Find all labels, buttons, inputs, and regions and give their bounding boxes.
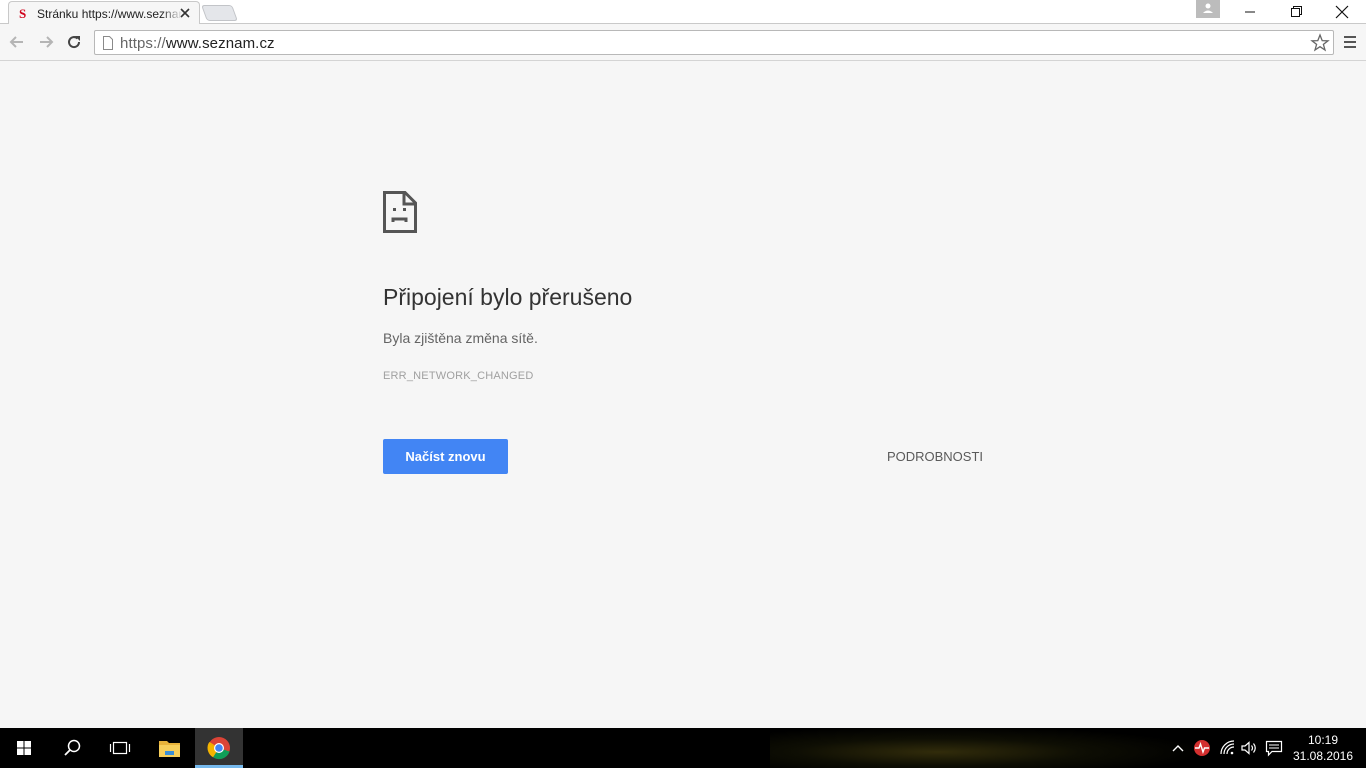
arrow-right-icon[interactable]: [36, 32, 56, 52]
url-host: www.seznam.cz: [165, 35, 275, 52]
page-icon: [103, 36, 113, 50]
details-button[interactable]: PODROBNOSTI: [877, 439, 993, 474]
windows-taskbar: 10:19 31.08.2016: [0, 728, 1366, 768]
close-icon[interactable]: [178, 6, 192, 20]
error-heading: Připojení bylo přerušeno: [383, 284, 633, 310]
search-icon: [64, 739, 81, 756]
system-clock[interactable]: 10:19 31.08.2016: [1290, 732, 1356, 764]
browser-tab[interactable]: S Stránku https://www.seznam.cz: [8, 1, 200, 24]
reload-icon[interactable]: [64, 32, 84, 52]
profile-button[interactable]: [1196, 0, 1220, 18]
star-icon[interactable]: [1310, 33, 1330, 53]
taskbar-wallpaper-glow: [770, 728, 1190, 768]
browser-toolbar: https://www.seznam.cz: [0, 24, 1366, 61]
address-bar[interactable]: https://www.seznam.cz: [94, 30, 1334, 55]
clock-date: 31.08.2016: [1292, 749, 1354, 763]
window-close-button[interactable]: [1319, 0, 1365, 24]
antivirus-icon[interactable]: [1192, 738, 1212, 758]
seznam-favicon-icon: S: [19, 6, 27, 21]
action-center-icon[interactable]: [1264, 738, 1284, 758]
restore-icon: [1291, 6, 1302, 17]
task-view-icon: [109, 741, 131, 755]
person-icon: [1203, 3, 1213, 13]
chrome-icon: [207, 737, 230, 760]
volume-icon[interactable]: [1239, 738, 1259, 758]
task-view-button[interactable]: [96, 728, 144, 768]
reload-button[interactable]: Načíst znovu: [383, 439, 508, 474]
folder-icon: [159, 741, 180, 757]
url-text[interactable]: https://www.seznam.cz: [120, 35, 275, 52]
error-page: Připojení bylo přerušeno Byla zjištěna z…: [0, 61, 1366, 728]
new-tab-button[interactable]: [201, 5, 238, 21]
tab-title: Stránku https://www.seznam.cz: [37, 7, 183, 21]
chrome-taskbar-button[interactable]: [195, 728, 243, 768]
arrow-left-icon[interactable]: [7, 32, 27, 52]
browser-titlebar: S Stránku https://www.seznam.cz: [0, 0, 1366, 25]
hamburger-menu-icon[interactable]: [1341, 33, 1359, 51]
clock-time: 10:19: [1307, 733, 1339, 747]
error-code: ERR_NETWORK_CHANGED: [383, 370, 534, 382]
minimize-button[interactable]: [1227, 0, 1273, 24]
file-explorer-button[interactable]: [146, 728, 194, 768]
search-button[interactable]: [48, 728, 96, 768]
chevron-up-icon[interactable]: [1168, 738, 1188, 758]
close-icon: [1335, 5, 1349, 19]
minimize-icon: [1245, 11, 1255, 13]
wifi-icon[interactable]: [1218, 738, 1238, 758]
windows-logo-icon: [17, 741, 31, 755]
sad-document-icon: [383, 191, 417, 233]
start-button[interactable]: [0, 728, 48, 768]
url-scheme: https://: [120, 35, 166, 52]
error-description: Byla zjištěna změna sítě.: [383, 330, 538, 346]
restore-button[interactable]: [1273, 0, 1319, 24]
